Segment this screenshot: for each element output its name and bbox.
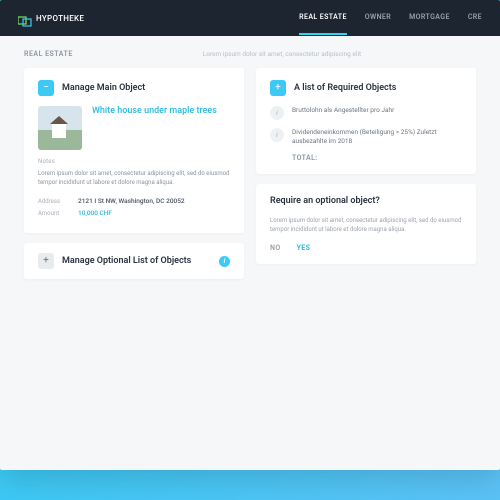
page-title: REAL ESTATE	[24, 50, 73, 58]
app-window: HYPOTHEKE REAL ESTATE OWNER MORTGAGE CRE…	[0, 0, 500, 470]
notes-text: Lorem ipsum dolor sit amet, consectetur …	[38, 169, 230, 187]
optional-prompt-card: Require an optional object? Lorem ipsum …	[256, 184, 476, 264]
address-value: 2121 I St NW, Washington, DC 20052	[78, 197, 185, 205]
required-item[interactable]: i Bruttolohn als Angestellter pro Jahr	[270, 106, 462, 120]
card-title: Manage Optional List of Objects	[62, 256, 191, 266]
nav-real-estate[interactable]: REAL ESTATE	[299, 13, 347, 23]
card-title: Manage Main Object	[62, 83, 145, 93]
content-grid: − Manage Main Object White house under m…	[0, 68, 500, 299]
brand-name: HYPOTHEKE	[36, 14, 84, 23]
property-thumbnail[interactable]	[38, 106, 82, 150]
info-bullet-icon: i	[270, 128, 284, 142]
amount-label: Amount	[38, 210, 68, 217]
card-header: + Manage Optional List of Objects i	[38, 253, 230, 269]
info-icon[interactable]: i	[219, 256, 230, 267]
top-nav: HYPOTHEKE REAL ESTATE OWNER MORTGAGE CRE	[0, 0, 500, 36]
nav-mortgage[interactable]: MORTGAGE	[409, 13, 450, 23]
nav-owner[interactable]: OWNER	[365, 13, 391, 23]
required-objects-card: + A list of Required Objects i Bruttoloh…	[256, 68, 476, 174]
address-label: Address	[38, 198, 68, 205]
card-title: A list of Required Objects	[294, 83, 396, 93]
add-button[interactable]: +	[270, 80, 286, 96]
yes-button[interactable]: YES	[297, 244, 311, 252]
amount-row: Amount 10,000 CHF	[38, 209, 230, 217]
address-row: Address 2121 I St NW, Washington, DC 200…	[38, 197, 230, 205]
required-item-text: Bruttolohn als Angestellter pro Jahr	[292, 106, 394, 115]
sub-header: REAL ESTATE Lorem ipsum dolor sit amet, …	[0, 36, 500, 68]
info-bullet-icon: i	[270, 106, 284, 120]
card-header: − Manage Main Object	[38, 80, 230, 96]
left-column: − Manage Main Object White house under m…	[24, 68, 244, 279]
yes-no-row: NO YES	[270, 244, 462, 252]
total-label: TOTAL:	[292, 154, 462, 162]
main-object-card: − Manage Main Object White house under m…	[24, 68, 244, 233]
page-subtitle: Lorem ipsum dolor sit amet, consectetur …	[203, 50, 476, 58]
card-header: + A list of Required Objects	[270, 80, 462, 96]
brand-logo[interactable]: HYPOTHEKE	[18, 12, 84, 24]
object-row: White house under maple trees	[38, 106, 230, 150]
collapse-button[interactable]: −	[38, 80, 54, 96]
required-item-text: Dividendeneinkommen (Beteiligung > 25%) …	[292, 128, 462, 146]
no-button[interactable]: NO	[270, 244, 281, 252]
required-item[interactable]: i Dividendeneinkommen (Beteiligung > 25%…	[270, 128, 462, 146]
right-column: + A list of Required Objects i Bruttoloh…	[256, 68, 476, 279]
optional-list-card: + Manage Optional List of Objects i	[24, 243, 244, 279]
logo-mark-icon	[18, 12, 32, 24]
nav-items: REAL ESTATE OWNER MORTGAGE CRE	[299, 13, 482, 23]
object-title-link[interactable]: White house under maple trees	[92, 106, 217, 150]
prompt-title: Require an optional object?	[270, 196, 462, 206]
notes-label: Notes	[38, 158, 230, 165]
nav-create[interactable]: CRE	[468, 13, 482, 23]
prompt-desc: Lorem ipsum dolor sit amet, consectetur …	[270, 216, 462, 234]
amount-value: 10,000 CHF	[78, 209, 112, 217]
expand-button[interactable]: +	[38, 253, 54, 269]
